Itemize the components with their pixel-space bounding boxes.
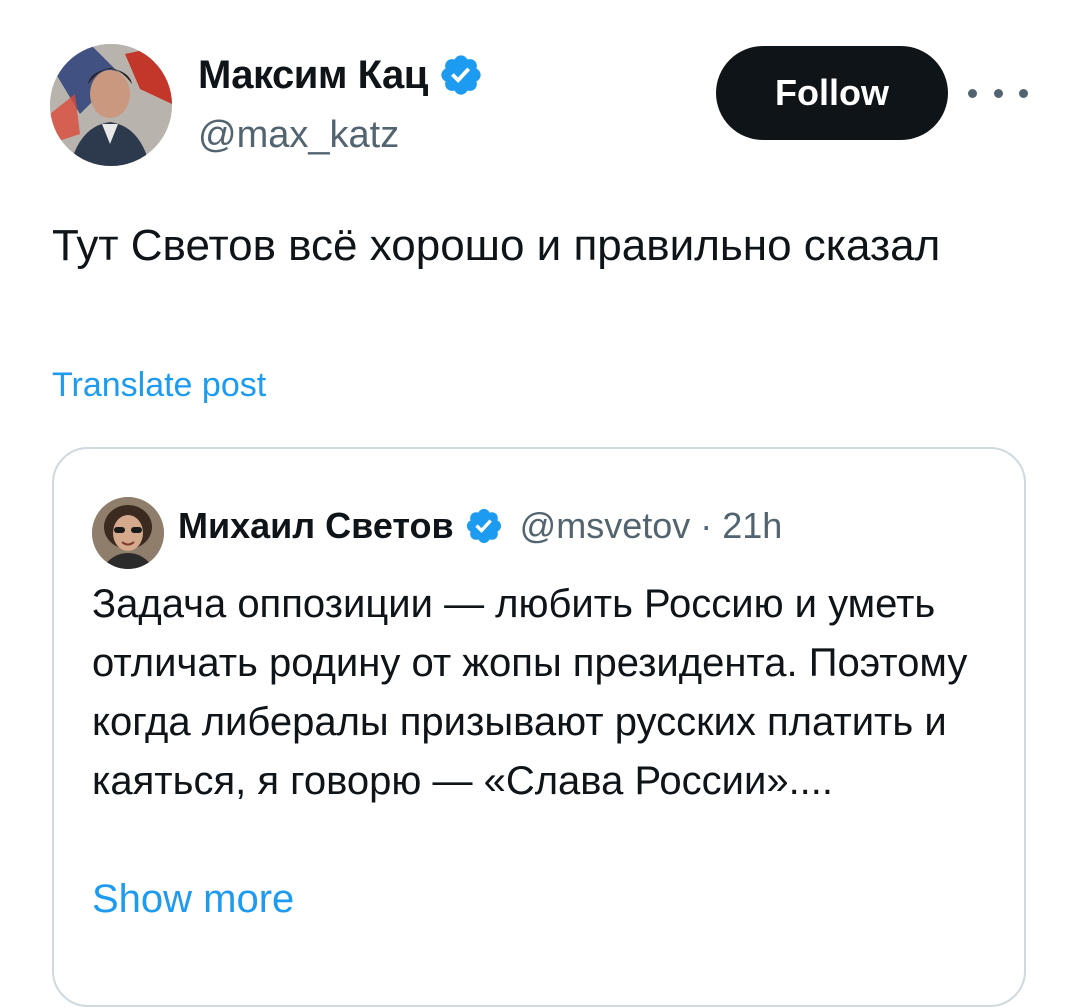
quoted-author-avatar[interactable] [92,497,164,569]
more-dot [968,88,977,98]
quoted-post-text: Задача оппозиции — любить Россию и уметь… [92,582,968,803]
verified-badge-icon [441,55,481,95]
show-more-link[interactable]: Show more [92,877,294,922]
author-name-row: Максим Кац [198,52,484,98]
author-name[interactable]: Максим Кац [198,53,428,98]
follow-button[interactable]: Follow [716,46,948,140]
author-avatar[interactable] [50,44,172,166]
quoted-author-handle[interactable]: @msvetov [520,505,691,547]
meta-separator: · [700,505,713,546]
post-timestamp[interactable]: 21h [722,505,782,547]
verified-badge-icon [466,508,501,544]
more-dot [1019,88,1028,98]
author-handle[interactable]: @max_katz [198,114,399,157]
more-dot [993,88,1003,98]
quoted-post-card[interactable]: Михаил Светов @msvetov · 21h Задача оппо… [52,447,1026,1007]
translate-post-link[interactable]: Translate post [52,366,266,405]
quoted-post-header: Михаил Светов @msvetov · 21h [178,505,782,547]
quoted-author-name[interactable]: Михаил Светов [178,505,454,547]
post-text: Тут Светов всё хорошо и правильно сказал [52,221,941,270]
more-options-icon[interactable] [968,78,1028,108]
